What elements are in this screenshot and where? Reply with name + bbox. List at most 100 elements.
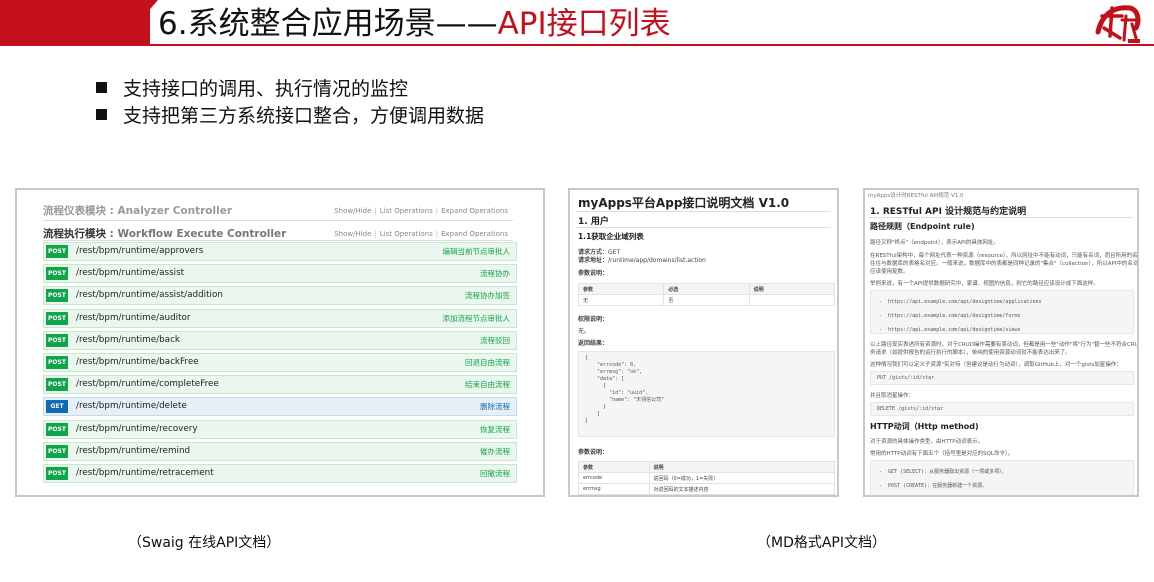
endpoint-path: /rest/bpm/runtime/retracement [76,468,214,478]
bullet-square-icon [96,109,107,120]
endpoint-path: /rest/bpm/runtime/back [76,334,181,345]
page-title: 6.系统整合应用场景——API接口列表 [158,4,671,44]
http-verbs-code-block: - GET (SELECT)：从服务器取出资源（一项或多项）。 - POST (… [870,460,1134,495]
list-operations-link[interactable]: List Operations [377,207,436,215]
show-hide-link[interactable]: Show/Hide [331,207,374,215]
api-operation-row[interactable]: POST/rest/bpm/runtime/assist/addition 流程协… [43,286,517,306]
http-method-badge: POST [46,245,68,258]
label: 参数说明： [578,270,609,277]
endpoint-description: 催办流程 [480,446,510,456]
api-operation-row[interactable]: POST/rest/bpm/runtime/approvers 编辑当前节点审批人 [43,242,517,261]
brand-logo [1095,5,1141,43]
endpoint-description: 流程协办 [480,269,510,279]
endpoint-description: 添加流程节点审批人 [442,313,511,323]
doc-divider [576,211,831,212]
endpoint-path: /rest/bpm/runtime/approvers [76,246,204,256]
params-table: 参数 必选 说明 无否 [577,283,836,306]
endpoint-description: 流程协办加签 [465,291,510,301]
md-api-doc-screenshot-1: myApps平台App接口说明文档 V1.0 1. 用户 1.1获取企业域列表 … [568,188,839,497]
endpoint-description: 回退自由流程 [465,358,510,367]
section-divider [43,240,513,241]
http-method-badge: POST [46,422,68,436]
doc-heading-2: 路径规则（Endpoint rule) [870,222,975,231]
doc-breadcrumb: myApps设计时RESTful API规范 V1.0 [868,193,964,199]
api-operation-row[interactable]: POST/rest/bpm/runtime/assist 流程协办 [43,264,517,284]
endpoint-path: /rest/bpm/runtime/assist/addition [76,290,223,301]
feature-bullet-list: 支持接口的调用、执行情况的监控 支持把第三方系统接口整合，方便调用数据 [96,74,484,128]
http-method-badge: POST [46,356,68,369]
expand-operations-link[interactable]: Expand Operations [438,230,511,238]
doc-paragraph: 路径又称"终点"（endpoint），表示API的具体网址。 [870,240,999,246]
endpoint-path: /rest/bpm/runtime/assist [76,268,185,279]
doc-paragraph: 在RESTful架构中，每个网址代表一种资源（resource），所以网址中不能… [870,253,1139,259]
swagger-section-heading[interactable]: 流程仪表模块 : Analyzer Controller [43,203,232,218]
json-code-block: { "errcode": 0, "errmsg": "ok", "data": … [578,351,835,437]
endpoint-path: /rest/bpm/runtime/recovery [76,423,198,434]
api-operation-row[interactable]: POST/rest/bpm/runtime/auditor 添加流程节点审批人 [43,308,517,328]
url-code-block: - https://api.example.com/api/designtime… [870,290,1134,334]
api-operation-row[interactable]: GET/rest/bpm/runtime/delete 删除流程 [43,397,517,417]
feature-bullet: 支持接口的调用、执行情况的监控 [96,74,484,101]
http-method-badge: POST [46,333,68,347]
endpoint-description: 结束自由流程 [465,380,510,390]
bullet-square-icon [96,82,107,93]
api-operation-row[interactable]: POST/rest/bpm/runtime/recovery 恢复流程 [43,419,517,439]
swagger-section-links: Show/Hide | List Operations | Expand Operati… [331,230,511,238]
api-operation-row[interactable]: POST/rest/bpm/runtime/completeFree 结束自由流程 [43,375,517,395]
request-url: /runtime/app/domains/list.action [608,257,706,264]
doc-heading-2: 1.1获取企业域列表 [578,232,644,241]
doc-paragraph: 对于资源的具体操作类型，由HTTP动词表示。 [870,439,984,445]
swagger-section-links: Show/Hide | List Operations | Expand Operati… [331,207,511,215]
doc-paragraph: 这种情况我们可以定义子资源"实对待（但建议是动行为动词），调取GitHub上，对… [870,362,1122,368]
caption-swagger: （Swaig 在线API文档） [128,535,281,551]
swagger-section-heading[interactable]: 流程执行模块 : Workflow Execute Controller [43,226,286,241]
doc-paragraph: 常用的HTTP动词有下面五个（括号里是对应的SQL命令）。 [870,451,1014,457]
http-method-badge: GET [46,400,68,414]
swagger-api-screenshot: 流程仪表模块 : Analyzer Controller Show/Hide | L… [15,188,545,497]
label: 返回结果： [578,340,609,347]
http-method-badge: POST [46,311,68,325]
endpoint-description: 流程驳回 [480,335,510,345]
api-operation-row[interactable]: POST/rest/bpm/runtime/remind 催办流程 [43,441,517,461]
doc-divider [869,217,1133,218]
code-block: PUT /gists/:id/star [870,371,1134,385]
endpoint-path: /rest/bpm/runtime/completeFree [76,379,219,390]
return-table: 参数 说明 errcode 返回码（0=成功，1=失败） errmsg 对返回码的文本… [578,461,836,495]
page-title-prefix: 6.系统整合应用场景—— [158,6,498,42]
api-operation-row[interactable]: POST/rest/bpm/runtime/retracement 回撤流程 [43,464,517,483]
doc-paragraph: 举例来说，有一个API提供数据研究中，家谱、视图的信息，则它的路径应该设计成下面… [870,281,1099,287]
doc-divider [576,227,831,228]
header-divider [150,44,1154,46]
doc-heading-2: HTTP动词（Http method) [870,422,979,431]
endpoint-description: 回撤流程 [480,469,510,478]
feature-bullet: 支持把第三方系统接口整合，方便调用数据 [96,101,484,128]
endpoint-path: /rest/bpm/runtime/remind [76,445,191,456]
expand-operations-link[interactable]: Expand Operations [438,207,511,215]
doc-heading-1: 1. 用户 [578,217,609,227]
endpoint-description: 删除流程 [480,402,510,412]
doc-paragraph: 务请求（如提供报告的运行执行的脚本），单纯的使用资源动词就不能表达出来了。 [870,350,1071,356]
endpoint-path: /rest/bpm/runtime/auditor [76,312,191,323]
label: 参数说明： [578,449,609,456]
section-divider [43,220,513,221]
endpoint-description: 编辑当前节点审批人 [442,247,511,256]
endpoint-path: /rest/bpm/runtime/backFree [76,357,199,367]
perm-value: 无。 [578,328,591,335]
doc-paragraph: 往往与数据库的表格名对应。一般来说，数据库中的表都是同种记录的"集合"（coll… [870,261,1139,267]
doc-paragraph: 以上路径现实表述所有资源时，对于CRUD操作需要有某动词，但都是用一些"动作"将… [870,342,1139,348]
http-method-badge: POST [46,467,68,480]
endpoint-description: 恢复流程 [480,424,510,434]
label: 请求地址： [578,257,609,264]
api-operation-row[interactable]: POST/rest/bpm/runtime/back 流程驳回 [43,330,517,350]
endpoint-path: /rest/bpm/runtime/delete [76,401,187,412]
http-method-badge: POST [46,378,68,392]
md-api-doc-screenshot-2: myApps设计时RESTful API规范 V1.0 1. RESTful A… [863,188,1139,497]
show-hide-link[interactable]: Show/Hide [331,230,374,238]
doc-title: myApps平台App接口说明文档 V1.0 [578,196,790,210]
doc-paragraph: 应该使用复数。 [870,269,909,275]
list-operations-link[interactable]: List Operations [377,230,436,238]
caption-md: （MD格式API文档） [757,535,887,551]
header-red-slant [118,0,158,46]
api-operation-row[interactable]: POST/rest/bpm/runtime/backFree 回退自由流程 [43,353,517,372]
http-method-badge: POST [46,267,68,281]
